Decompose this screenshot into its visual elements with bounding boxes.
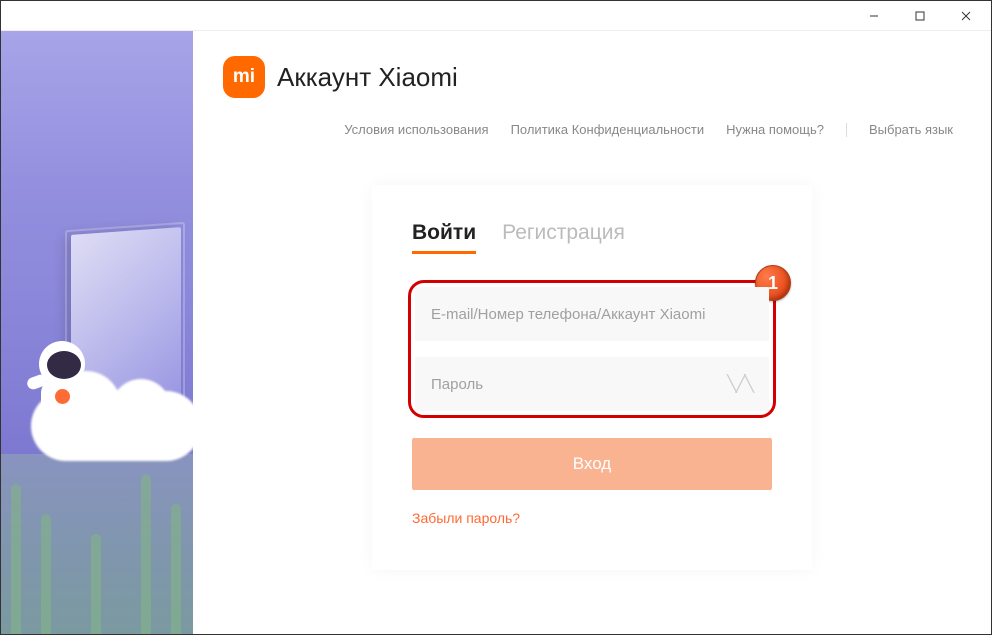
astronaut-icon — [21, 341, 101, 441]
eye-closed-icon[interactable]: ╲╱╲ — [727, 374, 753, 394]
login-field-wrap — [415, 287, 769, 341]
tab-login[interactable]: Войти — [412, 221, 476, 254]
mi-logo-icon: mi — [223, 56, 265, 98]
language-link[interactable]: Выбрать язык — [869, 122, 953, 137]
app-title: Аккаунт Xiaomi — [277, 62, 458, 93]
auth-tabs: Войти Регистрация — [412, 221, 772, 254]
submit-button[interactable]: Вход — [412, 438, 772, 490]
help-link[interactable]: Нужна помощь? — [726, 122, 824, 137]
callout-highlight: 1 ╲╱╲ — [408, 280, 776, 418]
password-field-wrap: ╲╱╲ — [415, 357, 769, 411]
grass-blade — [171, 504, 181, 634]
titlebar — [1, 1, 991, 31]
maximize-button[interactable] — [897, 2, 943, 30]
hero-illustration — [1, 31, 193, 634]
tab-register[interactable]: Регистрация — [502, 221, 625, 254]
grass-blade — [91, 534, 101, 634]
grass-blade — [141, 474, 151, 634]
forgot-password-link[interactable]: Забыли пароль? — [412, 510, 772, 526]
password-input[interactable] — [415, 357, 769, 411]
header: mi Аккаунт Xiaomi — [223, 56, 961, 98]
header-nav: Условия использования Политика Конфиденц… — [223, 122, 961, 137]
privacy-link[interactable]: Политика Конфиденциальности — [511, 122, 705, 137]
nav-separator — [846, 123, 847, 137]
login-card: Войти Регистрация 1 ╲╱╲ Вход Забыли паро… — [372, 185, 812, 570]
grass-blade — [41, 514, 51, 634]
app-window: mi Аккаунт Xiaomi Условия использования … — [0, 0, 992, 635]
right-pane: mi Аккаунт Xiaomi Условия использования … — [193, 31, 991, 634]
terms-link[interactable]: Условия использования — [344, 122, 488, 137]
login-input[interactable] — [415, 287, 769, 341]
grass-blade — [11, 484, 21, 634]
close-button[interactable] — [943, 2, 989, 30]
minimize-button[interactable] — [851, 2, 897, 30]
content-area: mi Аккаунт Xiaomi Условия использования … — [1, 31, 991, 634]
